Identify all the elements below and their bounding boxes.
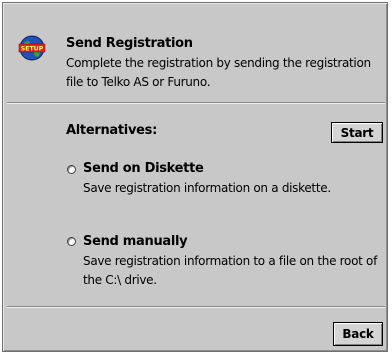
send-manually-description: Save registration information to a file … (83, 254, 378, 287)
dialog-title: Send Registration (66, 36, 193, 51)
send-on-diskette-description: Save registration information on a diske… (83, 181, 331, 195)
logo-text: SETUP (21, 46, 44, 53)
top-divider (7, 102, 385, 104)
alternatives-label: Alternatives: (66, 123, 157, 138)
start-button[interactable]: Start (331, 122, 383, 143)
dialog-description: Complete the registration by sending the… (66, 56, 371, 89)
send-on-diskette-label[interactable]: Send on Diskette (83, 161, 204, 176)
registration-dialog: SETUP Send Registration Complete the reg… (2, 2, 388, 352)
send-on-diskette-radio[interactable] (67, 165, 76, 174)
send-manually-label[interactable]: Send manually (83, 234, 188, 249)
send-manually-radio[interactable] (67, 237, 76, 246)
setup-globe-icon: SETUP (18, 35, 46, 61)
back-button[interactable]: Back (333, 322, 383, 346)
bottom-divider (7, 306, 385, 308)
